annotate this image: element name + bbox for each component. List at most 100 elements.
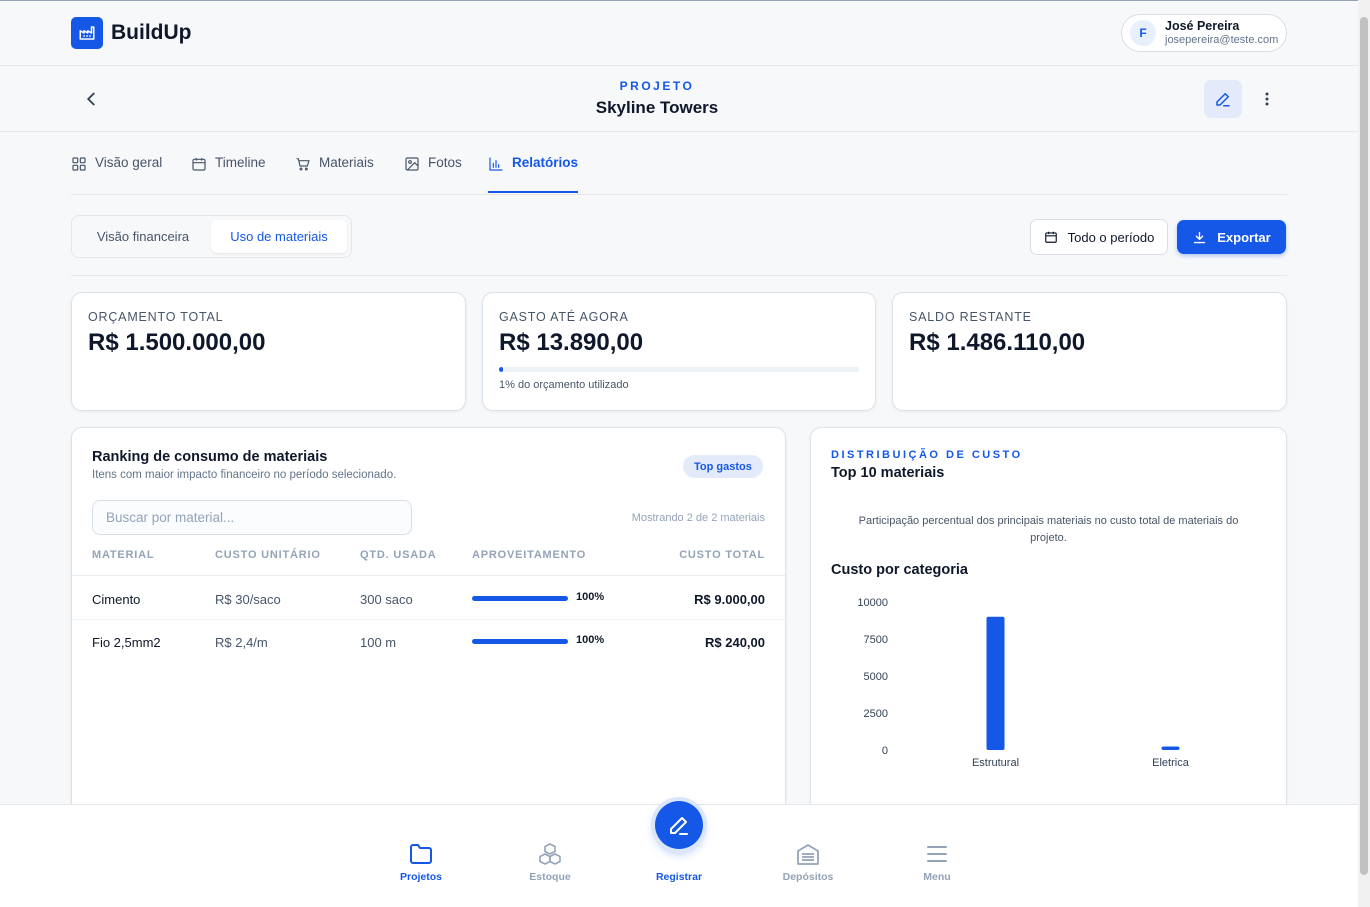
nav-label: Estoque [529,871,571,883]
nav-label: Projetos [399,871,442,883]
usage-bar [472,639,568,644]
menu-icon [927,846,947,862]
report-view-toggle: Visão financeira Uso de materiais [71,215,352,258]
ranking-title: Ranking de consumo de materiais [92,449,328,465]
usage-bar-fill [472,639,568,644]
kpi-value: R$ 1.486.110,00 [909,329,1086,356]
more-vertical-icon [1265,92,1269,106]
nav-estoque[interactable]: Estoque [510,843,590,883]
kpi-card-remaining: SALDO RESTANTE R$ 1.486.110,00 [892,292,1287,411]
table-header: MATERIAL CUSTO UNITÁRIO QTD. USADA APROV… [72,544,785,576]
image-icon [405,157,419,171]
top-bar: BuildUp F José Pereira josepereira@teste… [0,0,1358,66]
app-name: BuildUp [111,21,192,44]
table-row[interactable]: Cimento R$ 30/saco 300 saco 100% R$ 9.00… [72,577,785,620]
tab-timeline[interactable]: Timeline [191,155,266,193]
project-label: PROJETO [619,79,695,93]
tab-fotos[interactable]: Fotos [404,155,462,193]
y-tick-label: 10000 [857,597,888,609]
tab-label: Visão geral [95,155,163,170]
kpi-label: SALDO RESTANTE [909,310,1032,324]
pencil-icon [1216,93,1230,107]
project-header: PROJETO Skyline Towers [0,66,1358,132]
kpi-value: R$ 1.500.000,00 [88,329,266,356]
distribution-title: Top 10 materiais [831,465,945,481]
grid-icon [72,157,86,171]
materials-ranking-card: Ranking de consumo de materiais Itens co… [71,427,786,827]
calendar-icon [192,158,206,171]
usage-percent: 100% [576,591,605,603]
more-options-button[interactable] [1258,88,1276,110]
factory-icon [71,17,103,49]
bar-eletrica[interactable] [1161,746,1180,750]
edit-project-button[interactable] [1204,80,1242,118]
cell-total: R$ 9.000,00 [694,592,765,607]
tab-label: Timeline [215,155,266,170]
avatar: F [1130,20,1156,46]
folder-icon [410,844,432,864]
nav-menu[interactable]: Menu [897,843,977,883]
col-qty: QTD. USADA [360,549,437,561]
tab-label: Materiais [319,155,374,170]
export-label: Exportar [1217,229,1271,245]
project-name: Skyline Towers [595,98,719,117]
x-tick-label: Eletrica [1152,757,1190,769]
cell-qty: 100 m [360,635,397,650]
calendar-icon [1044,231,1057,243]
cost-by-category-chart: 0 2500 5000 7500 10000 Estrutural Eletrica [857,597,1190,769]
tab-visao-geral[interactable]: Visão geral [71,155,162,193]
material-search-input[interactable] [92,500,412,535]
pencil-icon [670,817,688,835]
export-button[interactable]: Exportar [1177,220,1286,254]
y-tick-label: 7500 [864,634,888,646]
nav-registrar[interactable]: Registrar [639,843,719,883]
usage-bar [472,596,568,601]
col-total: CUSTO TOTAL [679,549,765,561]
cell-material: Cimento [92,592,141,607]
segment-visao-financeira[interactable]: Visão financeira [77,220,209,253]
kpi-note: 1% do orçamento utilizado [499,379,629,391]
cell-unit-cost: R$ 2,4/m [215,635,268,650]
cell-material: Fio 2,5mm2 [92,635,161,650]
y-tick-label: 2500 [864,708,888,720]
cart-icon [296,158,310,171]
tab-relatorios[interactable]: Relatórios [488,155,579,193]
period-filter-button[interactable]: Todo o período [1030,219,1168,255]
nav-label: Menu [923,871,951,883]
cell-qty: 300 saco [360,592,413,607]
project-tabs: Visão geral Timeline Materiais Fotos Rel… [71,133,1287,195]
nav-label: Registrar [655,871,703,883]
budget-progress-fill [499,367,503,372]
distribution-label: DISTRIBUIÇÃO DE CUSTO [831,449,1023,461]
y-tick-label: 5000 [864,671,888,683]
x-tick-label: Estrutural [972,757,1019,769]
nav-label: Depósitos [782,871,834,883]
page-scrollbar[interactable] [1358,0,1370,907]
user-menu-button[interactable]: F José Pereira josepereira@teste.com [1121,14,1287,52]
scroll-thumb[interactable] [1360,17,1368,875]
section-divider [71,275,1287,276]
ranking-subtitle: Itens com maior impacto financeiro no pe… [92,469,397,481]
cost-distribution-card: DISTRIBUIÇÃO DE CUSTO Top 10 materiais P… [810,427,1287,827]
nav-projetos[interactable]: Projetos [381,843,461,883]
register-fab-button[interactable] [655,801,703,849]
bar-estrutural[interactable] [986,616,1005,750]
chart-title: Custo por categoria [831,562,968,578]
cell-total: R$ 240,00 [705,635,765,650]
tab-materiais[interactable]: Materiais [295,155,374,193]
distribution-description: Participação percentual dos principais m… [858,515,1239,544]
results-count: Mostrando 2 de 2 materiais [631,512,765,524]
app-logo[interactable]: BuildUp [71,17,191,49]
segment-uso-de-materiais[interactable]: Uso de materiais [211,220,347,253]
warehouse-icon [797,844,819,865]
col-usage: APROVEITAMENTO [472,549,587,561]
col-unit-cost: CUSTO UNITÁRIO [215,549,321,561]
tab-label: Fotos [428,155,462,170]
table-row[interactable]: Fio 2,5mm2 R$ 2,4/m 100 m 100% R$ 240,00 [72,620,785,663]
usage-bar-fill [472,596,568,601]
kpi-card-spent: GASTO ATÉ AGORA R$ 13.890,00 1% do orçam… [482,292,876,411]
nav-depositos[interactable]: Depósitos [768,843,848,883]
download-icon [1194,231,1206,243]
col-material: MATERIAL [92,549,155,561]
top-gastos-badge: Top gastos [683,455,763,478]
